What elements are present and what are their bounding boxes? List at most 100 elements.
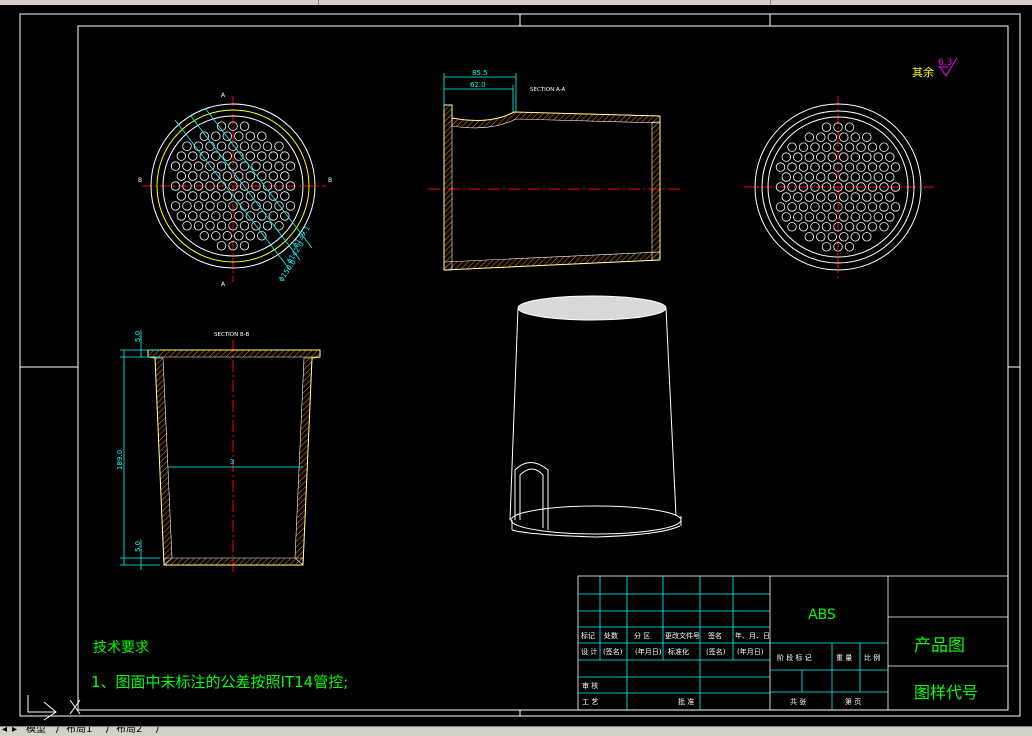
perforation-hole (280, 191, 290, 201)
perforation-hole (222, 191, 233, 201)
perforation-hole (787, 142, 797, 152)
perforation-hole (193, 201, 204, 211)
isometric-view (509, 295, 682, 538)
drawing-code-label: 图样代号 (914, 683, 978, 702)
perforation-hole (176, 171, 187, 181)
perforation-hole (810, 222, 820, 232)
perforation-hole (262, 201, 273, 211)
cad-drawing-canvas[interactable]: ϕ139.1 ϕ142.0 ϕ150.0 A A B B SECTION A-A… (0, 0, 1032, 726)
perforation-hole (816, 132, 826, 142)
perforation-hole (239, 241, 250, 251)
perforation-hole (211, 131, 221, 141)
perforation-hole (268, 151, 279, 161)
tb-cell: 审 核 (582, 681, 598, 690)
tab-scroll-right-icon[interactable]: ▸ (12, 727, 18, 735)
perforation-hole (867, 142, 878, 152)
perforation-hole (827, 172, 838, 182)
perforation-hole (850, 232, 861, 242)
perforation-hole (839, 172, 849, 182)
perforation-hole (781, 192, 792, 202)
section-b-b-view: SECTION B-B 189.0 5.0 5.0 3 (116, 330, 321, 572)
perforation-hole (182, 221, 192, 231)
perforation-hole (251, 161, 261, 171)
perforation-hole (844, 202, 855, 212)
perforation-hole (798, 202, 809, 212)
perforation-hole (793, 212, 803, 222)
perforation-hole (188, 151, 198, 161)
perforation-hole (222, 171, 233, 181)
perforation-hole (205, 221, 215, 231)
title-block-text: ABS 产品图 图样代号 标记 处数 分 区 更改文件号 签名 年、月、日 设 … (581, 607, 978, 706)
perforation-hole (216, 141, 227, 151)
perforation-hole (245, 131, 256, 141)
perforation-hole (810, 202, 820, 212)
perforation-hole (879, 202, 889, 212)
perforation-hole (239, 121, 250, 131)
tb-cell: 分 区 (634, 631, 650, 640)
perforation-hole (239, 221, 250, 231)
tb-cell: 标准化 (668, 647, 689, 656)
dim-lip-top: 5.0 (134, 331, 142, 342)
perforation-hole (781, 212, 792, 222)
perforation-hole (193, 221, 204, 231)
perforation-hole (816, 152, 826, 162)
perforation-hole (216, 201, 227, 211)
roughness-label: 其余 (912, 65, 934, 79)
perforation-hole (821, 142, 832, 152)
perforation-hole (890, 162, 901, 172)
perforation-hole (211, 191, 221, 201)
perforation-hole (182, 141, 192, 151)
perforation-hole (839, 152, 849, 162)
dim-height: 189.0 (116, 450, 124, 470)
perforation-hole (245, 151, 256, 161)
perforation-hole (798, 222, 809, 232)
dim-center: 3 (230, 458, 234, 466)
perforation-hole (216, 241, 227, 251)
perforation-hole (257, 151, 267, 161)
perforation-hole (262, 161, 273, 171)
perforation-hole (280, 151, 290, 161)
tab-scroll-left-icon[interactable]: ◂ (2, 727, 8, 735)
tb-cell: 签名 (708, 631, 722, 640)
perforation-hole (176, 151, 187, 161)
perforation-hole (257, 131, 267, 141)
perforation-hole (850, 152, 861, 162)
tb-cell: (签名) (603, 647, 623, 656)
perforation-hole (821, 162, 832, 172)
perforation-hole (844, 242, 855, 252)
diameter-dim-3: ϕ150.0 (277, 258, 298, 283)
perforation-hole (885, 172, 895, 182)
perforation-hole (199, 231, 210, 241)
perforation-hole (862, 172, 872, 182)
perforation-hole (850, 212, 861, 222)
tb-cell: (年月日) (737, 647, 764, 656)
perforation-hole (193, 161, 204, 171)
perforation-hole (274, 141, 284, 151)
perforation-hole (879, 222, 889, 232)
dim-top-inner: 62.0 (470, 81, 486, 89)
surface-roughness-symbol: 其余 6.3 (912, 57, 958, 79)
perforation-hole (867, 222, 878, 232)
perforation-hole (867, 162, 878, 172)
top-view-right (744, 96, 934, 278)
perforation-hole (239, 201, 250, 211)
tb-cell: 批 准 (678, 697, 694, 706)
perforation-hole (821, 202, 832, 212)
perforation-hole (239, 141, 250, 151)
perforation-hole (245, 231, 256, 241)
perforation-hole (810, 162, 820, 172)
perforation-hole (787, 162, 797, 172)
top-view-left: ϕ139.1 ϕ142.0 ϕ150.0 A A B B (138, 92, 332, 288)
tb-cell: (年月日) (635, 647, 662, 656)
tb-cell: 阶 段 标 记 (777, 653, 812, 662)
section-marker-a: A (221, 92, 226, 99)
tech-line-1: 1、图面中未标注的公差按照IT14管控; (91, 673, 348, 691)
perforation-hole (885, 152, 895, 162)
perforation-hole (216, 161, 227, 171)
perforation-hole (188, 211, 198, 221)
perforation-hole (222, 211, 233, 221)
perforation-hole (827, 152, 838, 162)
perforation-hole (257, 211, 267, 221)
section-a-a-view: SECTION A-A 85.5 62.0 (428, 69, 682, 271)
perforation-hole (827, 212, 838, 222)
